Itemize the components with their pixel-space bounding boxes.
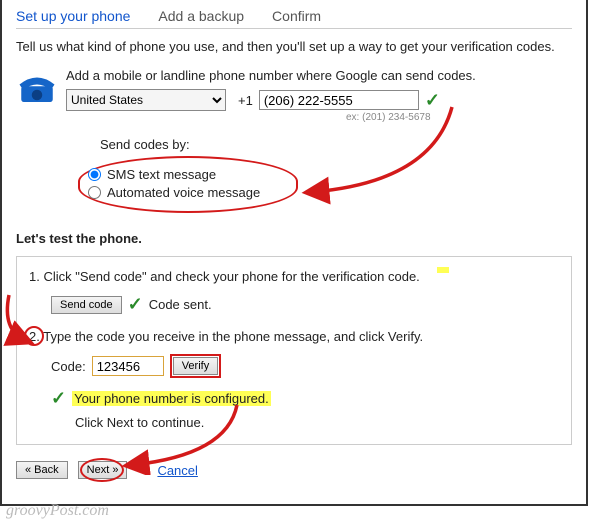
radio-sms-input[interactable]: [88, 168, 101, 181]
annotation-box: Verify: [170, 354, 222, 378]
radio-voice-input[interactable]: [88, 186, 101, 199]
radio-sms-label: SMS text message: [107, 167, 216, 182]
tab-add-backup[interactable]: Add a backup: [158, 8, 244, 24]
send-codes-group: SMS text message Automated voice message: [78, 156, 298, 213]
highlight-mark: [437, 267, 449, 273]
phone-example: ex: (201) 234-5678: [346, 112, 572, 123]
next-instruction: Click Next to continue.: [75, 415, 559, 430]
send-code-button[interactable]: Send code: [51, 296, 122, 314]
annotation-circle: [24, 326, 44, 346]
radio-voice-label: Automated voice message: [107, 185, 260, 200]
code-label: Code:: [51, 359, 86, 374]
back-button[interactable]: « Back: [16, 461, 68, 479]
phone-instruction: Add a mobile or landline phone number wh…: [66, 68, 572, 83]
tab-setup-phone[interactable]: Set up your phone: [16, 8, 130, 24]
check-icon: ✓: [425, 90, 440, 111]
radio-voice[interactable]: Automated voice message: [88, 185, 270, 200]
tab-confirm[interactable]: Confirm: [272, 8, 321, 24]
steps-box: 1. Click "Send code" and check your phon…: [16, 256, 572, 445]
annotation-circle: [80, 458, 124, 482]
code-input[interactable]: [92, 356, 164, 376]
country-select[interactable]: United States: [66, 89, 226, 111]
step1-text: 1. Click "Send code" and check your phon…: [29, 269, 559, 284]
wizard-tabs: Set up your phone Add a backup Confirm: [16, 8, 572, 29]
phone-prefix: +1: [238, 93, 253, 108]
configured-text: Your phone number is configured.: [72, 391, 271, 406]
code-sent-text: Code sent.: [149, 297, 212, 312]
phone-number-input[interactable]: [259, 90, 419, 110]
radio-sms[interactable]: SMS text message: [88, 167, 270, 182]
verify-button[interactable]: Verify: [173, 357, 219, 375]
watermark: groovyPost.com: [6, 502, 109, 520]
check-icon: ✓: [51, 388, 66, 409]
check-icon: ✓: [128, 294, 143, 315]
cancel-link[interactable]: Cancel: [157, 463, 197, 478]
phone-icon: [16, 68, 58, 111]
send-codes-label: Send codes by:: [100, 137, 572, 152]
step2-text: 2. Type the code you receive in the phon…: [29, 329, 559, 344]
intro-text: Tell us what kind of phone you use, and …: [16, 39, 572, 54]
test-heading: Let's test the phone.: [16, 231, 572, 246]
